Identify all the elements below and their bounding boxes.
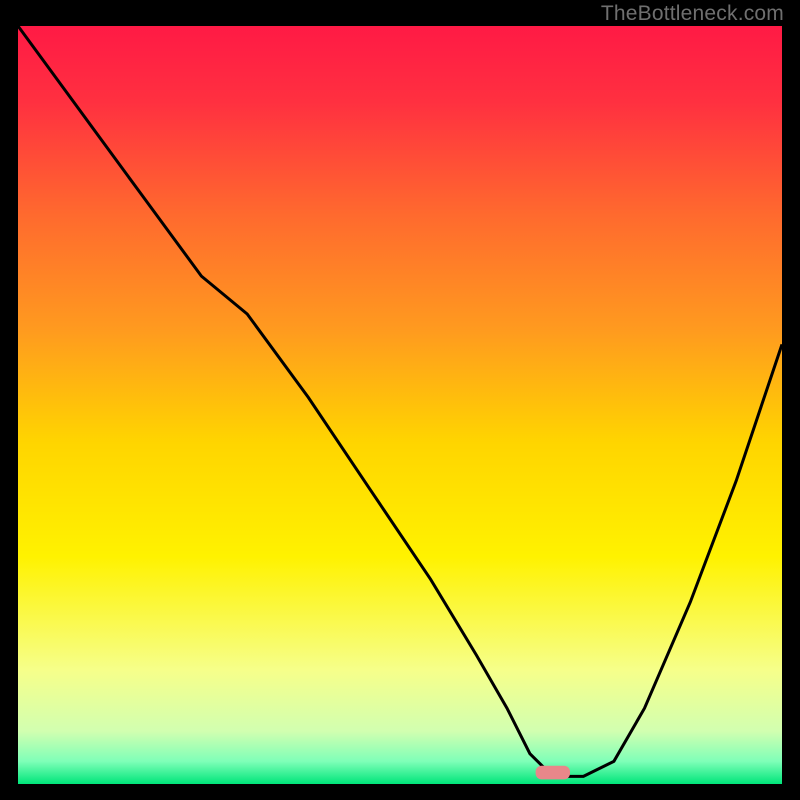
gradient-background [18,26,782,784]
bottleneck-chart [18,26,782,784]
target-marker [536,766,570,780]
chart-container [18,26,782,784]
watermark-text: TheBottleneck.com [601,2,784,26]
